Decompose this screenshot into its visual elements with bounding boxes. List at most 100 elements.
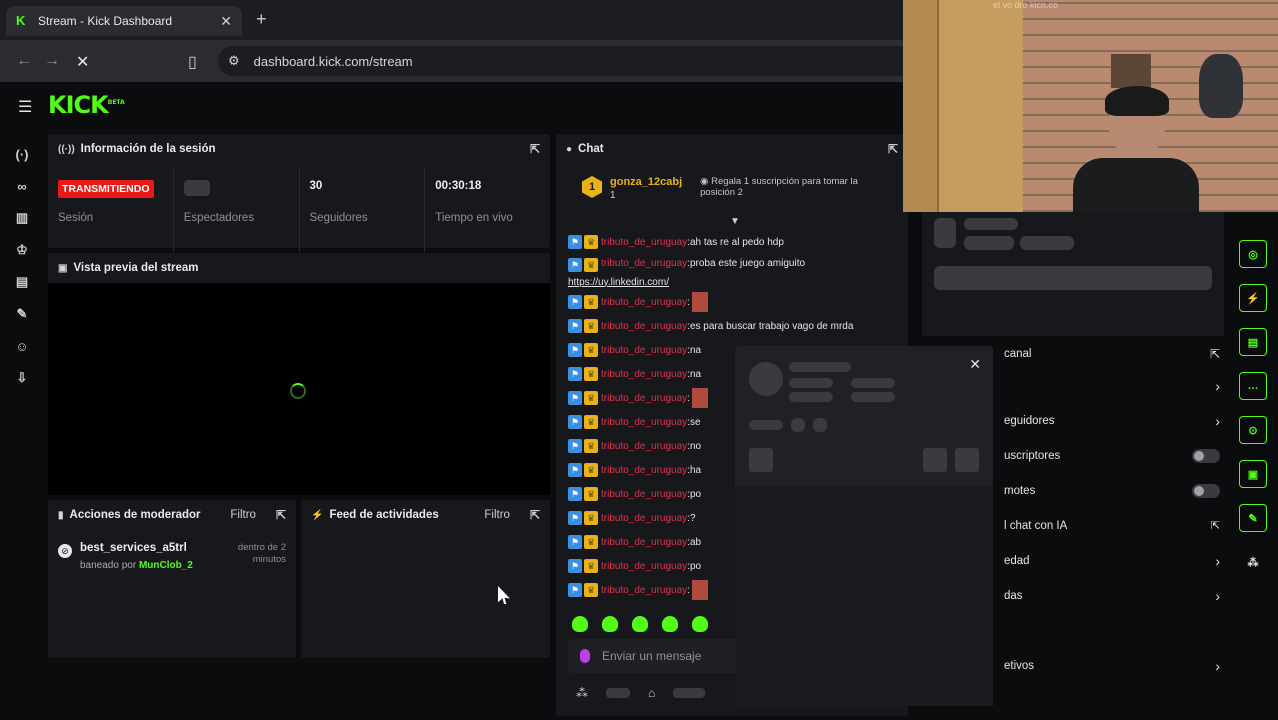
chat-text: :?	[687, 512, 696, 524]
document-icon[interactable]: ▤	[1239, 328, 1267, 356]
chevron-right-icon: ›	[1215, 657, 1220, 674]
wrench-icon[interactable]: ✎	[0, 298, 44, 330]
stop-loading-icon[interactable]: ✕	[76, 52, 89, 72]
trophy-icon[interactable]: ♔	[0, 234, 44, 266]
settings-row[interactable]: edad ›	[1000, 543, 1224, 578]
settings-row[interactable]: das ›	[1000, 578, 1224, 613]
emote-icon[interactable]	[632, 616, 648, 632]
mod-filter-button[interactable]: Filtro	[230, 509, 256, 521]
kick-favicon-icon: K	[16, 13, 26, 28]
chat-username[interactable]: tributo_de_uruguay	[601, 297, 687, 308]
chat-message[interactable]: ⚑ ♛ tributo_de_uruguay:proba este juego am…	[568, 254, 908, 290]
more-dots-icon[interactable]: ⁂	[1239, 548, 1267, 576]
crown-icon: ♛	[584, 559, 598, 573]
close-icon[interactable]: ✕	[969, 356, 981, 373]
close-tab-icon[interactable]: ✕	[220, 13, 232, 30]
settings-row[interactable]: motes	[1000, 473, 1224, 508]
chat-username[interactable]: tributo_de_uruguay	[601, 369, 687, 380]
toggle-switch[interactable]	[1192, 448, 1220, 463]
back-icon[interactable]: ←	[16, 52, 32, 70]
chat-username[interactable]: tributo_de_uruguay	[601, 561, 687, 572]
pinned-username[interactable]: gonza_12cabj	[610, 176, 682, 188]
mic-icon[interactable]	[580, 649, 590, 663]
settings-row[interactable]: etivos ›	[1000, 648, 1224, 683]
chat-username[interactable]: tributo_de_uruguay	[601, 465, 687, 476]
address-bar[interactable]: ⚙ dashboard.kick.com/stream	[218, 46, 918, 76]
popout-icon[interactable]: ⇱	[1210, 347, 1220, 361]
chat-message[interactable]: ⚑ ♛ tributo_de_uruguay:ah tas re al pedo h…	[568, 230, 908, 254]
settings-row[interactable]: l chat con IA ⇱	[1000, 508, 1224, 543]
chat-username[interactable]: tributo_de_uruguay	[601, 393, 687, 404]
chat-username[interactable]: tributo_de_uruguay	[601, 537, 687, 548]
chat-username[interactable]: tributo_de_uruguay	[601, 489, 687, 500]
download-icon[interactable]: ⇩	[0, 362, 44, 394]
store-icon[interactable]: ⌂	[648, 686, 655, 700]
new-tab-button[interactable]: +	[256, 9, 267, 30]
loading-placeholder	[1020, 236, 1074, 250]
crown-icon: ♛	[584, 295, 598, 309]
menu-icon[interactable]: ☰	[18, 97, 32, 117]
chat-username[interactable]: tributo_de_uruguay	[601, 237, 687, 248]
chat-link[interactable]: https://uy.linkedin.com/	[568, 277, 908, 288]
emote-icon[interactable]	[602, 616, 618, 632]
chat-username[interactable]: tributo_de_uruguay	[601, 258, 687, 269]
chat-message[interactable]: ⚑ ♛ tributo_de_uruguay:	[568, 290, 908, 314]
ban-icon: ⊘	[58, 544, 72, 558]
settings-dots-icon[interactable]: ⁂	[576, 686, 588, 700]
badge-icon: ⚑	[568, 535, 582, 549]
activity-filter-button[interactable]: Filtro	[484, 509, 510, 521]
chat-title: Chat	[578, 143, 604, 155]
bookmark-icon[interactable]: ▯	[188, 52, 197, 72]
site-info-icon[interactable]: ⚙	[228, 53, 240, 69]
settings-row[interactable]: eguidores ›	[1000, 403, 1224, 438]
toggle-switch[interactable]	[1192, 483, 1220, 498]
chat-input[interactable]: Enviar un mensaje	[568, 639, 738, 673]
store-icon[interactable]: ▣	[1239, 460, 1267, 488]
chat-text: :na	[687, 344, 702, 356]
badge-icon: ⚑	[568, 511, 582, 525]
emote-icon[interactable]	[572, 616, 588, 632]
settings-row[interactable]	[1000, 613, 1224, 648]
popout-icon[interactable]: ⇱	[276, 508, 286, 522]
chat-username[interactable]: tributo_de_uruguay	[601, 345, 687, 356]
chat-text: :proba este juego amiguito	[687, 258, 806, 269]
forward-icon[interactable]: →	[44, 52, 60, 70]
link-icon[interactable]: ∞	[0, 170, 44, 202]
chat-username[interactable]: tributo_de_uruguay	[601, 321, 687, 332]
chat-username[interactable]: tributo_de_uruguay	[601, 417, 687, 428]
chat-bubble-icon[interactable]: …	[1239, 372, 1267, 400]
kick-logo[interactable]: KICKBETA	[48, 91, 125, 119]
banned-user[interactable]: best_services_a5trl	[80, 542, 193, 554]
settings-row[interactable]: uscriptores	[1000, 438, 1224, 473]
settings-row[interactable]: ›	[1000, 368, 1224, 403]
loading-placeholder	[923, 448, 947, 472]
settings-row-label: motes	[1004, 484, 1036, 497]
media-icon[interactable]: ▤	[0, 266, 44, 298]
chat-username[interactable]: tributo_de_uruguay	[601, 513, 687, 524]
analytics-icon[interactable]: ▥	[0, 202, 44, 234]
camera-icon[interactable]: ◎	[1239, 240, 1267, 268]
chat-username[interactable]: tributo_de_uruguay	[601, 585, 687, 596]
bolt-icon[interactable]: ⚡	[1239, 284, 1267, 312]
emote-icon[interactable]	[662, 616, 678, 632]
pinned-gift-leader[interactable]: 1 gonza_12cabj 1 ◉ Regala 1 suscripción …	[582, 176, 882, 214]
browser-tab[interactable]: K Stream - Kick Dashboard ✕	[6, 6, 242, 36]
wrench-icon[interactable]: ✎	[1239, 504, 1267, 532]
chat-username[interactable]: tributo_de_uruguay	[601, 441, 687, 452]
popout-icon[interactable]: ⇱	[530, 508, 540, 522]
stream-icon[interactable]: (·)	[0, 138, 44, 170]
stream-preview-video[interactable]	[48, 283, 550, 495]
popout-icon[interactable]: ⇱	[530, 142, 540, 156]
popout-icon[interactable]: ⇱	[888, 142, 898, 156]
mod-icon[interactable]: ⊙	[1239, 416, 1267, 444]
chat-message[interactable]: ⚑ ♛ tributo_de_uruguay:es para buscar trab…	[568, 314, 908, 338]
badge-icon: ⚑	[568, 258, 582, 272]
document-icon: ▮	[58, 509, 64, 521]
loading-placeholder	[934, 266, 1212, 290]
emote-icon[interactable]	[692, 616, 708, 632]
users-icon[interactable]: ☺	[0, 330, 44, 362]
badge-icon: ⚑	[568, 439, 582, 453]
scroll-down-icon[interactable]: ▼	[730, 216, 740, 227]
crown-icon: ♛	[584, 511, 598, 525]
chevron-right-icon: ›	[1215, 377, 1220, 394]
